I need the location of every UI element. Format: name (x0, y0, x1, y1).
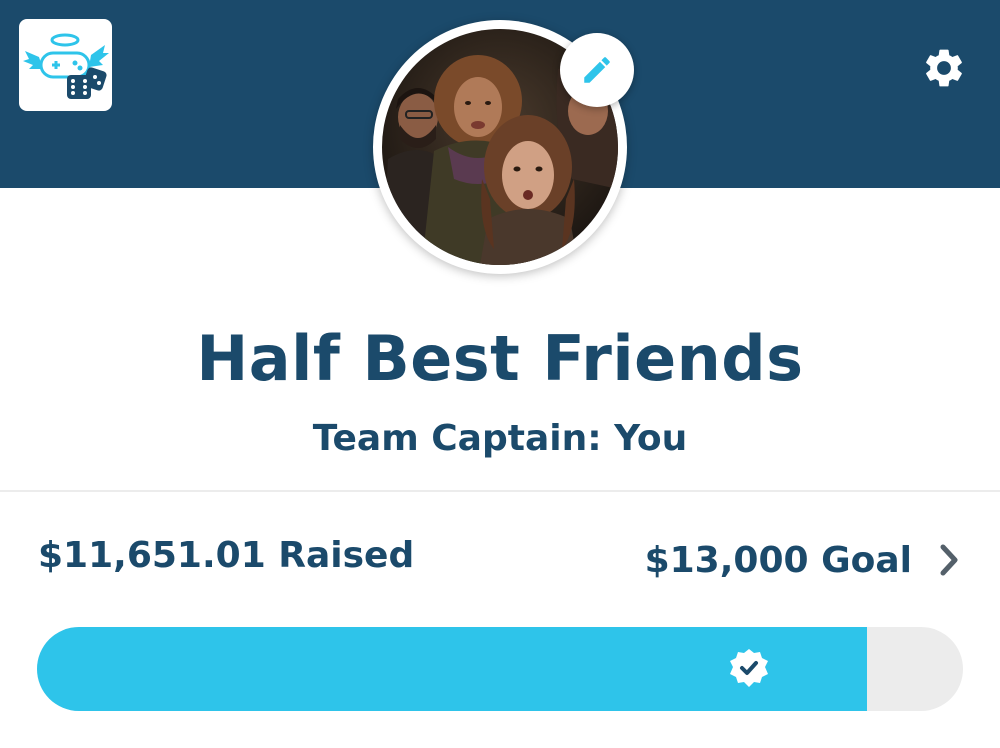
goal-link[interactable]: $13,000 Goal (645, 530, 960, 590)
edit-avatar-button[interactable] (560, 33, 634, 107)
settings-button[interactable] (916, 40, 972, 96)
team-captain-label: Team Captain: You (312, 418, 688, 459)
gear-icon (926, 49, 962, 87)
team-name: Half Best Friends (196, 322, 804, 395)
goal-amount: $13,000 Goal (644, 539, 912, 581)
section-divider (0, 490, 1000, 492)
verified-check-badge-icon (730, 649, 768, 687)
fundraising-progress-bar (37, 627, 963, 711)
pencil-icon (584, 57, 610, 83)
angel-gamepad-dice-logo-icon (23, 33, 109, 99)
raised-amount: $11,651.01 Raised (38, 535, 415, 576)
chevron-right-icon (940, 544, 958, 576)
app-logo[interactable] (19, 19, 112, 111)
